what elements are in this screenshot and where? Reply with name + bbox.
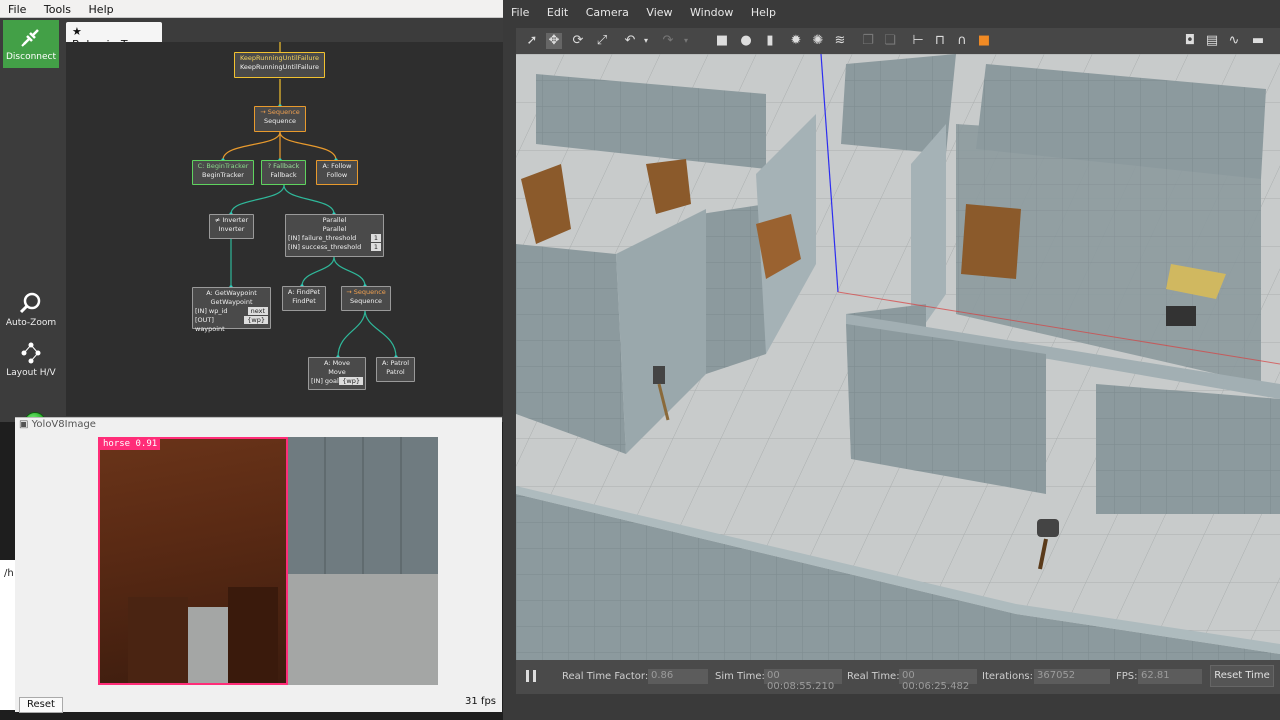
undo-icon[interactable]: ↶ bbox=[622, 33, 638, 49]
goal-value[interactable]: {wp} bbox=[339, 377, 363, 385]
layout-tree-icon bbox=[21, 342, 41, 364]
node-sequence-patrol[interactable]: → Sequence Sequence bbox=[341, 286, 391, 311]
gz-menu-camera[interactable]: Camera bbox=[578, 3, 635, 19]
node-inverter[interactable]: ≠ Inverter Inverter bbox=[209, 214, 254, 239]
fps-readout: 31 fps bbox=[465, 696, 496, 707]
copy-icon[interactable]: ❐ bbox=[860, 33, 876, 49]
yolo-detection-image: horse 0.91 bbox=[98, 437, 438, 685]
point-light-icon[interactable]: ✹ bbox=[788, 33, 804, 49]
gazebo-menubar: File Edit Camera View Window Help bbox=[503, 3, 1280, 23]
disconnect-label: Disconnect bbox=[6, 52, 56, 62]
autozoom-label: Auto-Zoom bbox=[5, 318, 57, 328]
menu-help[interactable]: Help bbox=[81, 0, 120, 16]
zoom-icon bbox=[19, 292, 41, 314]
failure-threshold-value[interactable]: 1 bbox=[370, 234, 381, 242]
translate-icon[interactable]: ✥ bbox=[546, 33, 562, 49]
layout-label: Layout H/V bbox=[6, 368, 56, 378]
terminal-text: /h bbox=[4, 568, 14, 579]
real-time-value: 00 00:06:25.482 bbox=[899, 669, 977, 692]
gazebo-toolbar: ➚ ✥ ⟳ ⤢ ↶ ▾ ↷ ▾ ■ ● ▮ ✹ ✺ ≋ ❐ ❏ ⊢ ⊓ ∩ ■ … bbox=[516, 28, 1280, 54]
node-getwaypoint[interactable]: A: GetWaypoint GetWaypoint [IN] wp_id nex… bbox=[192, 287, 271, 333]
success-threshold-value[interactable]: 1 bbox=[370, 243, 381, 251]
tab-bar: ★ BehaviorTree bbox=[66, 20, 503, 51]
fps-label: FPS: bbox=[1116, 671, 1138, 682]
node-move[interactable]: A: Move Move [IN] goal {wp} bbox=[308, 357, 366, 390]
node-keeprunninguntilfailure[interactable]: KeepRunningUntilFailure KeepRunningUntil… bbox=[234, 52, 325, 78]
gz-menu-file[interactable]: File bbox=[503, 3, 535, 19]
star-icon: ★ bbox=[72, 25, 82, 38]
yolo-panel-title: ▣ YoloV8Image bbox=[19, 419, 96, 430]
disconnect-button[interactable]: Disconnect bbox=[3, 20, 59, 68]
detection-label: horse 0.91 bbox=[100, 439, 161, 450]
node-parallel[interactable]: Parallel Parallel [IN] failure_threshold… bbox=[285, 214, 384, 257]
menu-tools[interactable]: Tools bbox=[36, 0, 77, 16]
node-patrol[interactable]: A: Patrol Patrol bbox=[376, 357, 415, 382]
sim-time-label: Sim Time: bbox=[715, 671, 765, 682]
rotate-icon[interactable]: ⟳ bbox=[570, 33, 586, 49]
groot-sidebar: Disconnect Auto-Zoom Layout H/V bbox=[0, 18, 62, 434]
real-time-label: Real Time: bbox=[847, 671, 900, 682]
detection-bounding-box: horse 0.91 bbox=[98, 437, 288, 685]
log-icon[interactable]: ▤ bbox=[1204, 33, 1220, 49]
iterations-value: 367052 bbox=[1034, 669, 1110, 684]
tab-behaviortree[interactable]: ★ BehaviorTree bbox=[66, 22, 162, 51]
redo-icon[interactable]: ↷ bbox=[660, 33, 676, 49]
node-sequence-root[interactable]: → Sequence Sequence bbox=[254, 106, 306, 132]
groot-menubar: File Tools Help bbox=[0, 0, 503, 18]
iterations-label: Iterations: bbox=[982, 671, 1033, 682]
box-shape-icon[interactable]: ■ bbox=[714, 33, 730, 49]
waypoint-value[interactable]: {wp} bbox=[244, 316, 268, 324]
reset-time-button[interactable]: Reset Time bbox=[1210, 665, 1274, 687]
node-findpet[interactable]: A: FindPet FindPet bbox=[282, 286, 326, 311]
yolo-image-panel: ▣ YoloV8Image horse 0.91 Reset 31 fps bbox=[15, 417, 502, 713]
cylinder-shape-icon[interactable]: ▮ bbox=[762, 33, 778, 49]
align-icon[interactable]: ⊢ bbox=[910, 33, 926, 49]
node-begintracker[interactable]: C: BeginTracker BeginTracker bbox=[192, 160, 254, 185]
plug-icon bbox=[21, 29, 39, 47]
magnet-icon[interactable]: ∩ bbox=[954, 33, 970, 49]
rtf-value: 0.86 bbox=[648, 669, 708, 684]
paste-icon[interactable]: ❏ bbox=[882, 33, 898, 49]
select-arrow-icon[interactable]: ➚ bbox=[524, 33, 540, 49]
autozoom-button[interactable]: Auto-Zoom bbox=[3, 290, 59, 328]
rtf-label: Real Time Factor: bbox=[562, 671, 649, 682]
sphere-shape-icon[interactable]: ● bbox=[738, 33, 754, 49]
scene-render bbox=[516, 54, 1280, 660]
sim-time-value: 00 00:08:55.210 bbox=[764, 669, 842, 692]
spot-light-icon[interactable]: ✺ bbox=[810, 33, 826, 49]
gazebo-status-bar: Real Time Factor: 0.86 Sim Time: 00 00:0… bbox=[516, 660, 1280, 694]
layout-button[interactable]: Layout H/V bbox=[3, 340, 59, 378]
plot-icon[interactable]: ∿ bbox=[1226, 33, 1242, 49]
gz-menu-view[interactable]: View bbox=[638, 3, 678, 19]
gz-menu-edit[interactable]: Edit bbox=[539, 3, 574, 19]
window-icon: ▣ bbox=[19, 419, 29, 430]
change-view-icon[interactable]: ■ bbox=[976, 33, 992, 49]
wp-id-value[interactable]: next bbox=[247, 307, 268, 315]
pause-icon[interactable] bbox=[526, 670, 536, 682]
gz-menu-help[interactable]: Help bbox=[743, 3, 782, 19]
node-follow[interactable]: A: Follow Follow bbox=[316, 160, 358, 185]
fps-value: 62.81 bbox=[1138, 669, 1202, 684]
video-record-icon[interactable]: ▬ bbox=[1250, 33, 1266, 49]
groot-window: File Tools Help Disconnect Auto-Zoom Lay… bbox=[0, 0, 503, 434]
directional-light-icon[interactable]: ≋ bbox=[832, 33, 848, 49]
gazebo-3d-viewport[interactable] bbox=[516, 54, 1280, 660]
screenshot-icon[interactable]: ◘ bbox=[1182, 33, 1198, 49]
scale-icon[interactable]: ⤢ bbox=[594, 33, 610, 49]
gz-menu-window[interactable]: Window bbox=[682, 3, 739, 19]
redo-dropdown-icon[interactable]: ▾ bbox=[678, 33, 694, 49]
behavior-tree-canvas[interactable]: KeepRunningUntilFailure KeepRunningUntil… bbox=[66, 42, 503, 416]
gazebo-window: File Edit Camera View Window Help ➚ ✥ ⟳ … bbox=[503, 0, 1280, 720]
node-fallback[interactable]: ? Fallback Fallback bbox=[261, 160, 306, 185]
menu-file[interactable]: File bbox=[0, 0, 32, 16]
terminal-window[interactable]: /h bbox=[0, 560, 15, 710]
reset-button[interactable]: Reset bbox=[19, 697, 63, 713]
snap-icon[interactable]: ⊓ bbox=[932, 33, 948, 49]
undo-dropdown-icon[interactable]: ▾ bbox=[638, 33, 654, 49]
